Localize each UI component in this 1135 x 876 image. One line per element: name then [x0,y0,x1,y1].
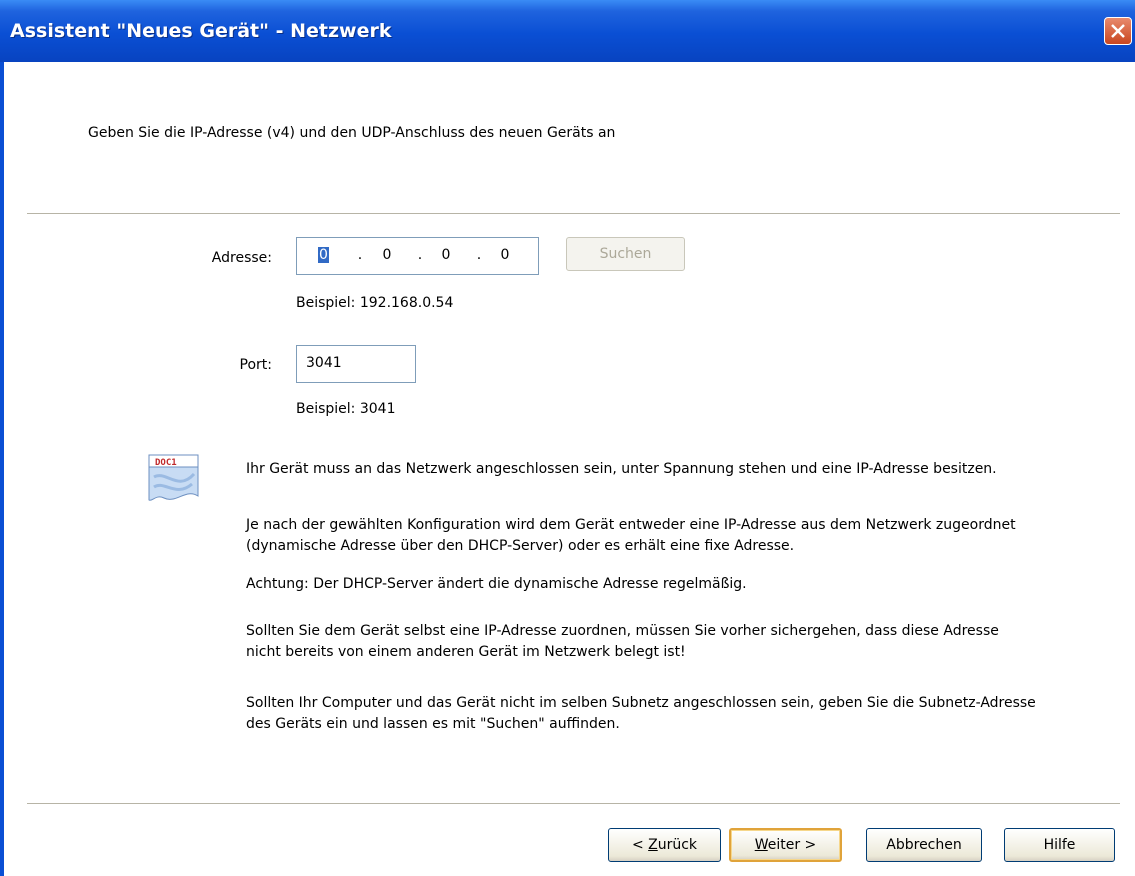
ip-octet-3[interactable]: 0 [436,247,456,263]
ip-octet-2[interactable]: 0 [377,247,397,263]
back-button[interactable]: < Zurück [608,828,721,862]
ip-address-input[interactable]: 0 . 0 . 0 . 0 [296,237,539,275]
next-button-label: eiter > [767,837,817,853]
close-icon [1111,24,1125,38]
back-button-label: urück [657,837,698,853]
address-label: Adresse: [211,250,272,266]
close-button[interactable] [1104,17,1132,45]
port-label: Port: [239,357,272,373]
port-input[interactable]: 3041 [296,345,416,383]
help-button[interactable]: Hilfe [1004,828,1115,862]
info-paragraph-4: Sollten Sie dem Gerät selbst eine IP-Adr… [246,623,999,660]
back-button-prefix: < [631,837,649,853]
ip-dot: . [357,247,363,263]
window-title: Assistent "Neues Gerät" - Netzwerk [10,20,392,42]
info-paragraph-2: Je nach der gewählten Konfiguration wird… [246,517,1016,554]
info-paragraph-3: Achtung: Der DHCP-Server ändert die dyna… [246,576,747,592]
back-button-accesskey: Z [648,837,658,853]
ip-dot: . [476,247,482,263]
title-bar[interactable]: Assistent "Neues Gerät" - Netzwerk [0,0,1135,62]
header-instruction: Geben Sie die IP-Adresse (v4) und den UD… [88,125,616,141]
doc-icon: DOC1 [146,452,202,506]
info-paragraph-5: Sollten Ihr Computer und das Gerät nicht… [246,695,1036,732]
next-button[interactable]: Weiter > [729,828,842,862]
next-button-accesskey: W [754,837,768,853]
header-separator [27,213,1120,215]
address-example: Beispiel: 192.168.0.54 [296,295,454,311]
doc-icon-label: DOC1 [155,458,177,468]
window-border [0,62,4,876]
cancel-button[interactable]: Abbrechen [866,828,982,862]
info-paragraph-1: Ihr Gerät muss an das Netzwerk angeschlo… [246,461,997,477]
ip-octet-1[interactable]: 0 [318,247,329,263]
search-button[interactable]: Suchen [566,237,685,271]
ip-octet-4[interactable]: 0 [495,247,515,263]
ip-dot: . [417,247,423,263]
port-example: Beispiel: 3041 [296,401,396,417]
footer-separator [27,803,1120,805]
